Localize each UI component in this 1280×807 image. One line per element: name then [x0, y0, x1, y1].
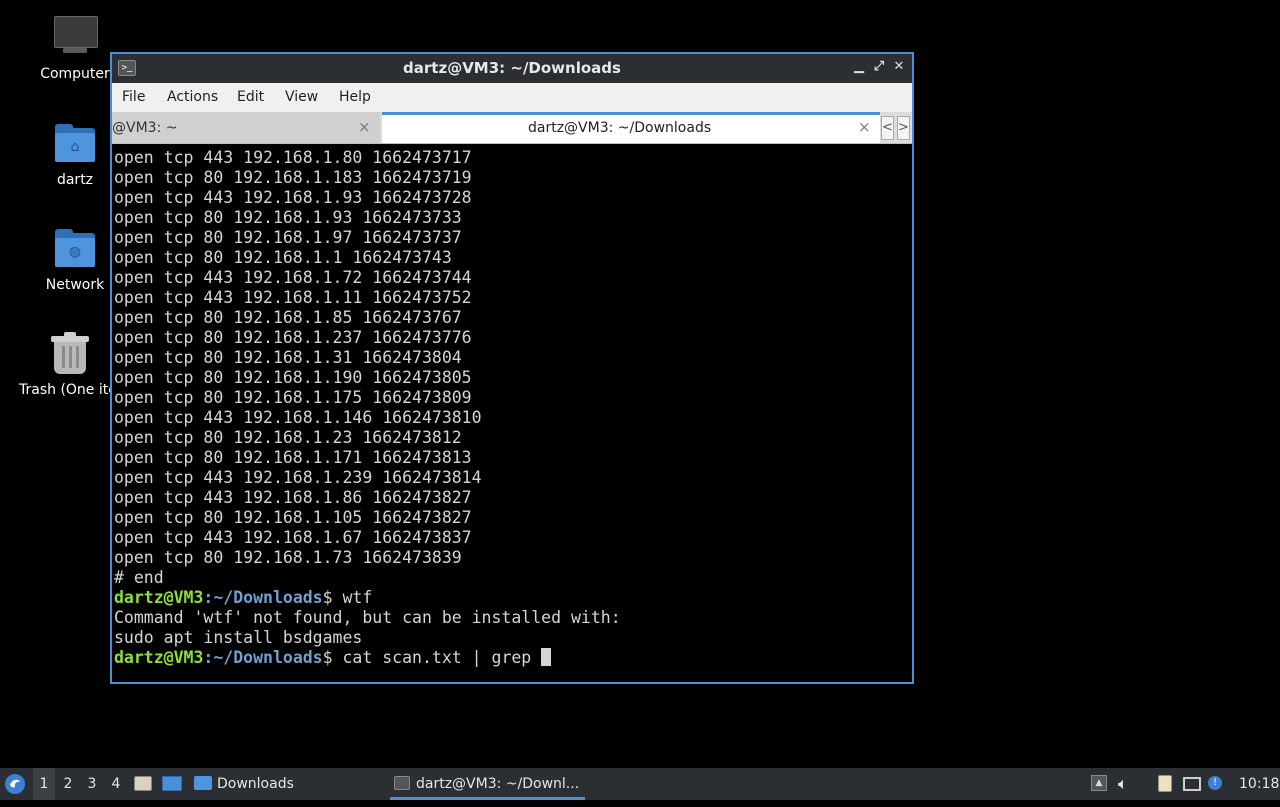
window-titlebar[interactable]: >_ dartz@VM3: ~/Downloads ▁ ⤢ ✕ [112, 54, 912, 83]
output-line: open tcp 443 192.168.1.67 1662473837 [114, 528, 472, 547]
menu-help[interactable]: Help [339, 89, 371, 105]
prompt-suffix: $ [322, 588, 343, 607]
workspace-2[interactable]: 2 [57, 768, 79, 800]
clock[interactable]: 10:18 [1239, 768, 1279, 800]
taskbar: 1 2 3 4 Downloads dartz@VM3: ~/Downl... … [0, 768, 1280, 800]
prompt-user: dartz@VM3 [114, 588, 204, 607]
output-line: open tcp 80 192.168.1.93 1662473733 [114, 208, 462, 227]
menu-edit[interactable]: Edit [237, 89, 264, 105]
terminal-icon [394, 776, 410, 790]
task-label: Downloads [217, 776, 294, 792]
prompt-line: dartz@VM3:~/Downloads$ wtf [114, 588, 910, 608]
menu-file[interactable]: File [122, 89, 145, 105]
tab-home[interactable]: @VM3: ~ × [112, 112, 380, 143]
terminal-window: >_ dartz@VM3: ~/Downloads ▁ ⤢ ✕ File Act… [110, 52, 914, 684]
prompt-separator: : [203, 588, 214, 607]
window-title: dartz@VM3: ~/Downloads [403, 59, 621, 77]
clipboard-icon[interactable] [1156, 775, 1174, 793]
tab-downloads[interactable]: dartz@VM3: ~/Downloads × [382, 112, 880, 143]
prompt-path: ~/Downloads [213, 588, 323, 607]
workspace-3[interactable]: 3 [81, 768, 103, 800]
output-line: # end [114, 568, 164, 587]
desktop-icon-trash[interactable]: Trash (One ite [19, 332, 120, 398]
output-line: open tcp 443 192.168.1.86 1662473827 [114, 488, 472, 507]
output-line: open tcp 80 192.168.1.105 1662473827 [114, 508, 472, 527]
command-text: wtf [342, 588, 373, 607]
menu-actions[interactable]: Actions [167, 89, 218, 105]
task-terminal[interactable]: dartz@VM3: ~/Downl... [390, 768, 585, 800]
output-line: open tcp 80 192.168.1.183 1662473719 [114, 168, 472, 187]
output-line: Command 'wtf' not found, but can be inst… [114, 608, 621, 627]
folder-icon [194, 776, 212, 790]
desktop-icon-label: Trash (One ite [19, 382, 117, 398]
output-line: open tcp 80 192.168.1.1 1662473743 [114, 248, 452, 267]
tab-scroll-right-button[interactable]: > [897, 116, 910, 140]
desktop-icon [162, 776, 182, 791]
tab-label: @VM3: ~ [112, 120, 178, 136]
tab-bar: @VM3: ~ × dartz@VM3: ~/Downloads × < > [112, 112, 912, 144]
output-line: open tcp 80 192.168.1.85 1662473767 [114, 308, 462, 327]
start-menu-button[interactable] [4, 768, 28, 800]
output-line: open tcp 443 192.168.1.93 1662473728 [114, 188, 472, 207]
output-line: open tcp 80 192.168.1.97 1662473737 [114, 228, 462, 247]
output-line: open tcp 80 192.168.1.171 1662473813 [114, 448, 472, 467]
output-line: open tcp 80 192.168.1.190 1662473805 [114, 368, 472, 387]
output-line: open tcp 443 192.168.1.11 1662473752 [114, 288, 472, 307]
task-downloads[interactable]: Downloads [194, 768, 294, 800]
volume-icon[interactable]: 🔈︎ [1118, 775, 1136, 793]
task-label: dartz@VM3: ~/Downl... [416, 776, 580, 792]
trash-icon [48, 332, 92, 376]
text-cursor [541, 648, 552, 666]
prompt-user: dartz@VM3 [114, 648, 204, 667]
output-line: sudo apt install bsdgames [114, 628, 363, 647]
prompt-suffix: $ [322, 648, 343, 667]
desktop: Computer ⌂ dartz ◍ Network Trash (One it… [0, 0, 1280, 768]
tab-label: dartz@VM3: ~/Downloads [528, 120, 712, 136]
output-line: open tcp 80 192.168.1.31 1662473804 [114, 348, 462, 367]
minimize-button[interactable]: ▁ [850, 58, 868, 76]
tab-close-icon[interactable]: × [858, 118, 871, 136]
computer-icon [53, 16, 98, 60]
menubar: File Actions Edit View Help [112, 83, 912, 112]
output-line: open tcp 443 192.168.1.239 1662473814 [114, 468, 482, 487]
output-line: open tcp 80 192.168.1.73 1662473839 [114, 548, 462, 567]
home-folder-icon: ⌂ [53, 122, 97, 166]
prompt-separator: : [203, 648, 214, 667]
tab-close-icon[interactable]: × [358, 118, 371, 136]
output-line: open tcp 443 192.168.1.80 1662473717 [114, 148, 472, 167]
workspace-4[interactable]: 4 [105, 768, 127, 800]
file-manager-icon [134, 776, 152, 791]
output-line: open tcp 443 192.168.1.146 1662473810 [114, 408, 482, 427]
output-line: open tcp 80 192.168.1.175 1662473809 [114, 388, 472, 407]
show-desktop-button[interactable] [162, 768, 184, 800]
command-input[interactable]: cat scan.txt | grep [343, 648, 542, 667]
update-notifier-icon[interactable]: ! [1208, 775, 1226, 793]
tray-toggle-icon[interactable]: ▲ [1091, 775, 1109, 793]
file-manager-launcher[interactable] [134, 768, 154, 800]
prompt-path: ~/Downloads [213, 648, 323, 667]
terminal-output[interactable]: open tcp 443 192.168.1.80 1662473717 open… [114, 148, 910, 682]
network-icon[interactable] [1183, 775, 1201, 793]
output-line: open tcp 80 192.168.1.237 1662473776 [114, 328, 472, 347]
output-line: open tcp 80 192.168.1.23 1662473812 [114, 428, 462, 447]
tab-scroll-left-button[interactable]: < [881, 116, 894, 140]
network-folder-icon: ◍ [53, 227, 97, 271]
output-line: open tcp 443 192.168.1.72 1662473744 [114, 268, 472, 287]
close-button[interactable]: ✕ [890, 58, 908, 76]
menu-view[interactable]: View [285, 89, 318, 105]
workspace-1[interactable]: 1 [33, 768, 55, 800]
start-menu-icon [5, 774, 25, 794]
prompt-line-current: dartz@VM3:~/Downloads$ cat scan.txt | gr… [114, 648, 910, 668]
maximize-button[interactable]: ⤢ [870, 58, 888, 76]
